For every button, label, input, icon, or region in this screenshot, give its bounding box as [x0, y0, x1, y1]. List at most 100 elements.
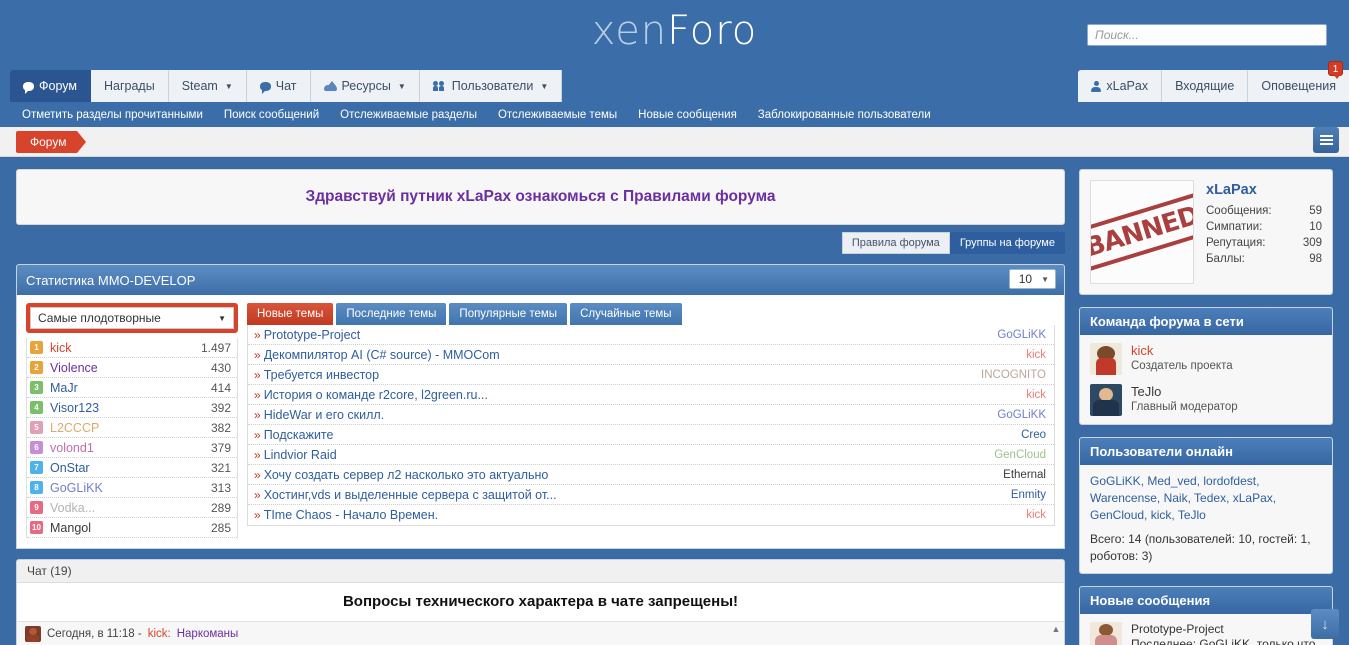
- thread-author[interactable]: kick: [1026, 389, 1046, 401]
- top-user-name[interactable]: L2CCCP: [50, 421, 211, 435]
- top-user-row[interactable]: 6 volond1 379: [27, 438, 237, 458]
- thread-row[interactable]: » Декомпилятор AI (C# source) - MMOCom kic…: [248, 345, 1054, 365]
- notice-tab-groups[interactable]: Группы на форуме: [949, 232, 1065, 254]
- thread-title[interactable]: История о команде r2core, l2green.ru...: [264, 388, 1017, 402]
- thread-row[interactable]: » Хочу создать сервер л2 насколько это ак…: [248, 465, 1054, 485]
- chat-message-user[interactable]: kick:: [148, 628, 171, 640]
- thread-title[interactable]: Хочу создать сервер л2 насколько это акт…: [264, 468, 993, 482]
- thread-row[interactable]: » Требуется инвестор INCOGNITO: [248, 365, 1054, 385]
- top-user-row[interactable]: 4 Visor123 392: [27, 398, 237, 418]
- nav-tab-chat[interactable]: Чат: [246, 70, 311, 102]
- site-logo[interactable]: xenForo: [592, 8, 758, 54]
- avatar: [1090, 343, 1122, 375]
- top-user-name[interactable]: volond1: [50, 441, 211, 455]
- nav-tab-steam[interactable]: Steam ▼: [168, 70, 247, 102]
- nav-tab-account[interactable]: xLaPax: [1078, 70, 1162, 102]
- thread-title[interactable]: Prototype-Project: [264, 328, 988, 342]
- chat-scroll-up-icon[interactable]: ▲: [1050, 624, 1062, 640]
- thread-title[interactable]: Декомпилятор AI (C# source) - MMOCom: [264, 348, 1017, 362]
- nav-tab-alerts[interactable]: Оповещения 1: [1247, 61, 1349, 102]
- nav-tab-awards[interactable]: Награды: [90, 70, 169, 102]
- rank-badge: 3: [30, 381, 43, 394]
- thread-row[interactable]: » История о команде r2core, l2green.ru...…: [248, 385, 1054, 405]
- staff-member-row[interactable]: TeJlo Главный модератор: [1090, 384, 1322, 416]
- notice-tab-rules[interactable]: Правила форума: [841, 232, 950, 254]
- new-message-thread-title[interactable]: Prototype-Project: [1131, 622, 1315, 636]
- thread-author[interactable]: GoGLiKK: [997, 329, 1046, 341]
- top-user-name[interactable]: Violence: [50, 361, 211, 375]
- visitor-stat-value: 10: [1309, 221, 1322, 233]
- thread-row[interactable]: » TIme Chaos - Начало Времен. kick: [248, 505, 1054, 525]
- statistics-count-select[interactable]: 10 ▼: [1008, 269, 1056, 289]
- top-user-row[interactable]: 7 OnStar 321: [27, 458, 237, 478]
- thread-author[interactable]: INCOGNITO: [981, 369, 1046, 381]
- top-users-sort-select[interactable]: Самые плодотворные ▼: [26, 303, 238, 333]
- top-user-name[interactable]: MaJr: [50, 381, 211, 395]
- top-user-name[interactable]: Visor123: [50, 401, 211, 415]
- new-message-item[interactable]: Prototype-Project Последнее: GoGLiKK, то…: [1090, 622, 1322, 645]
- thread-author[interactable]: Enmity: [1011, 489, 1046, 501]
- site-header: xenForo: [0, 0, 1349, 70]
- nav-tab-inbox[interactable]: Входящие: [1161, 70, 1248, 102]
- double-chevron-icon: »: [254, 327, 261, 342]
- nav-tab-resources[interactable]: Ресурсы ▼: [310, 70, 420, 102]
- nav-tab-alerts-label: Оповещения: [1261, 79, 1336, 93]
- thread-row[interactable]: » Prototype-Project GoGLiKK: [248, 325, 1054, 345]
- thread-author[interactable]: Creo: [1021, 429, 1046, 441]
- breadcrumb-item-forum[interactable]: Форум: [16, 130, 87, 153]
- top-user-row[interactable]: 5 L2CCCP 382: [27, 418, 237, 438]
- thread-row[interactable]: » Хостинг,vds и выделенные сервера с защи…: [248, 485, 1054, 505]
- top-user-name[interactable]: kick: [50, 341, 201, 355]
- visitor-name[interactable]: xLaPax: [1206, 182, 1322, 198]
- top-user-row[interactable]: 1 kick 1.497: [27, 338, 237, 358]
- thread-author[interactable]: kick: [1026, 349, 1046, 361]
- online-users-names[interactable]: GoGLiKK, Med_ved, lordofdest, Warencense…: [1090, 473, 1322, 524]
- top-user-name[interactable]: Mangol: [50, 521, 211, 535]
- subnav-watched-threads[interactable]: Отслеживаемые темы: [498, 109, 617, 121]
- top-user-row[interactable]: 3 MaJr 414: [27, 378, 237, 398]
- thread-title[interactable]: Lindvior Raid: [264, 448, 985, 462]
- rank-badge: 7: [30, 461, 43, 474]
- subnav-mark-read[interactable]: Отметить разделы прочитанными: [22, 109, 203, 121]
- thread-row[interactable]: » Lindvior Raid GenCloud: [248, 445, 1054, 465]
- thread-title[interactable]: Подскажите: [264, 428, 1011, 442]
- menu-hamburger-icon[interactable]: [1313, 127, 1339, 153]
- thread-tab[interactable]: Новые темы: [247, 303, 334, 325]
- staff-member-row[interactable]: kick Создатель проекта: [1090, 343, 1322, 375]
- thread-tab[interactable]: Популярные темы: [449, 303, 568, 325]
- top-user-row[interactable]: 2 Violence 430: [27, 358, 237, 378]
- thread-title[interactable]: Требуется инвестор: [264, 368, 971, 382]
- thread-row[interactable]: » Подскажите Creo: [248, 425, 1054, 445]
- thread-title[interactable]: TIme Chaos - Начало Времен.: [264, 508, 1017, 522]
- thread-title[interactable]: HideWar и его скилл.: [264, 408, 988, 422]
- bubble-icon: [23, 81, 34, 94]
- top-user-row[interactable]: 9 Vodka... 289: [27, 498, 237, 518]
- thread-author[interactable]: GoGLiKK: [997, 409, 1046, 421]
- thread-author[interactable]: Ethernal: [1003, 469, 1046, 481]
- thread-title[interactable]: Хостинг,vds и выделенные сервера с защит…: [264, 488, 1001, 502]
- top-user-row[interactable]: 8 GoGLiKK 313: [27, 478, 237, 498]
- thread-row[interactable]: » HideWar и его скилл. GoGLiKK: [248, 405, 1054, 425]
- top-user-count: 313: [210, 480, 231, 495]
- subnav-new-posts[interactable]: Новые сообщения: [638, 109, 737, 121]
- top-user-name[interactable]: Vodka...: [50, 501, 211, 515]
- nav-tab-forum[interactable]: Форум: [10, 70, 91, 102]
- top-user-name[interactable]: GoGLiKK: [50, 481, 211, 495]
- top-users-sort-label: Самые плодотворные: [38, 311, 161, 325]
- subnav-watched-forums[interactable]: Отслеживаемые разделы: [340, 109, 477, 121]
- nav-tab-users[interactable]: Пользователи ▼: [419, 70, 563, 102]
- thread-tab[interactable]: Последние темы: [336, 303, 447, 325]
- thread-tab[interactable]: Случайные темы: [570, 303, 682, 325]
- staff-member-name[interactable]: TeJlo: [1131, 384, 1238, 399]
- subnav-ignored-users[interactable]: Заблокированные пользователи: [758, 109, 931, 121]
- search-input[interactable]: [1087, 24, 1327, 46]
- top-user-name[interactable]: OnStar: [50, 461, 211, 475]
- double-chevron-icon: »: [254, 407, 261, 422]
- subnav-search-posts[interactable]: Поиск сообщений: [224, 109, 319, 121]
- staff-member-name[interactable]: kick: [1131, 343, 1233, 358]
- thread-author[interactable]: GenCloud: [994, 449, 1046, 461]
- top-user-row[interactable]: 10 Mangol 285: [27, 518, 237, 538]
- avatar[interactable]: BANNED: [1090, 180, 1194, 284]
- scroll-down-button[interactable]: ↓: [1311, 609, 1339, 639]
- thread-author[interactable]: kick: [1026, 509, 1046, 521]
